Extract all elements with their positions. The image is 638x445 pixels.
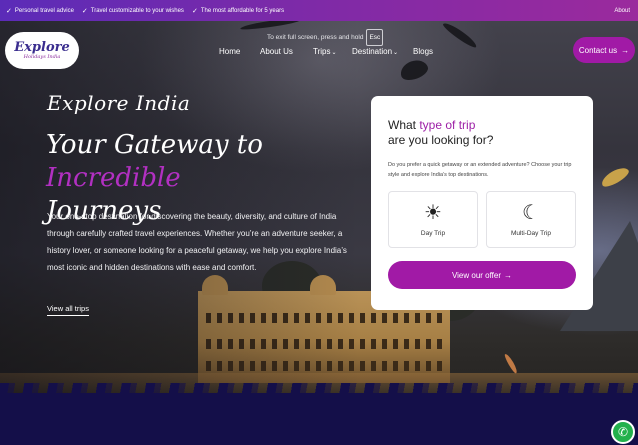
view-offer-button[interactable]: View our offer → [388,261,576,289]
chevron-down-icon: ⌄ [393,49,399,56]
next-section-band [0,393,638,445]
bird-silhouette [599,164,631,190]
logo-subtitle: Holidays India [23,53,61,60]
whatsapp-icon[interactable]: ✆ [611,420,635,444]
about-link[interactable]: About [614,8,630,14]
bird-silhouette [441,21,479,50]
hero-kicker: Explore India [47,91,191,115]
fullscreen-hint-text: To exit full screen, press and hold [267,33,364,41]
arrow-right-icon: → [504,270,513,280]
logo-title: Explore [14,39,70,55]
card-title-prefix: What [388,118,420,132]
bird-silhouette [503,352,519,375]
contact-us-label: Contact us [578,45,618,55]
perk-label: Travel customizable to your wishes [90,7,184,14]
trip-type-card: What type of trip are you looking for? D… [371,96,593,310]
bird-silhouette [397,56,431,84]
nav-home[interactable]: Home [219,47,240,56]
site-logo[interactable]: Explore Holidays India [5,32,79,69]
check-icon: ✓ [191,7,198,15]
view-offer-label: View our offer [451,270,502,280]
card-title-highlight: type of trip [419,118,476,132]
top-announcement-bar: ✓ Personal travel advice ✓ Travel custom… [0,0,638,21]
card-title-line2: are you looking for? [388,133,494,147]
perk-personal-advice: ✓ Personal travel advice [6,7,74,15]
check-icon: ✓ [6,7,12,15]
nav-about-us[interactable]: About Us [260,47,293,56]
nav-blogs[interactable]: Blogs [413,47,433,56]
esc-key: Esc [366,28,384,46]
headline-part1: Your Gateway to [46,130,263,160]
nav-trips-label: Trips [313,46,331,56]
chevron-down-icon: ⌄ [331,49,337,56]
card-title: What type of trip are you looking for? [388,118,493,148]
day-trip-option[interactable]: ☀ Day Trip [388,191,478,248]
day-night-icon: ☾ [522,202,540,224]
nav-destination[interactable]: Destination⌄ [352,47,398,56]
perk-label: The most affordable for 5 years [200,7,285,14]
option-label: Multi-Day Trip [510,230,552,237]
arrow-right-icon: → [621,45,630,55]
card-subtitle: Do you prefer a quick getaway or an exte… [388,162,572,178]
sun-icon: ☀ [424,202,442,224]
perk-affordable: ✓ The most affordable for 5 years [192,7,284,15]
perk-customizable: ✓ Travel customizable to your wishes [82,7,184,15]
option-label: Day Trip [420,230,446,237]
nav-trips[interactable]: Trips⌄ [313,47,337,56]
check-icon: ✓ [81,7,88,15]
fullscreen-exit-hint: To exit full screen, press and hold Esc [267,28,384,46]
multi-day-trip-option[interactable]: ☾ Multi-Day Trip [486,191,576,248]
contact-us-button[interactable]: Contact us → [573,37,635,63]
headline-highlight: Incredible [46,163,181,193]
view-all-trips-link[interactable]: View all trips [47,304,89,316]
perk-label: Personal travel advice [14,7,74,14]
hero-description: Your one-stop destination for discoverin… [47,212,347,272]
nav-destination-label: Destination [352,46,393,56]
